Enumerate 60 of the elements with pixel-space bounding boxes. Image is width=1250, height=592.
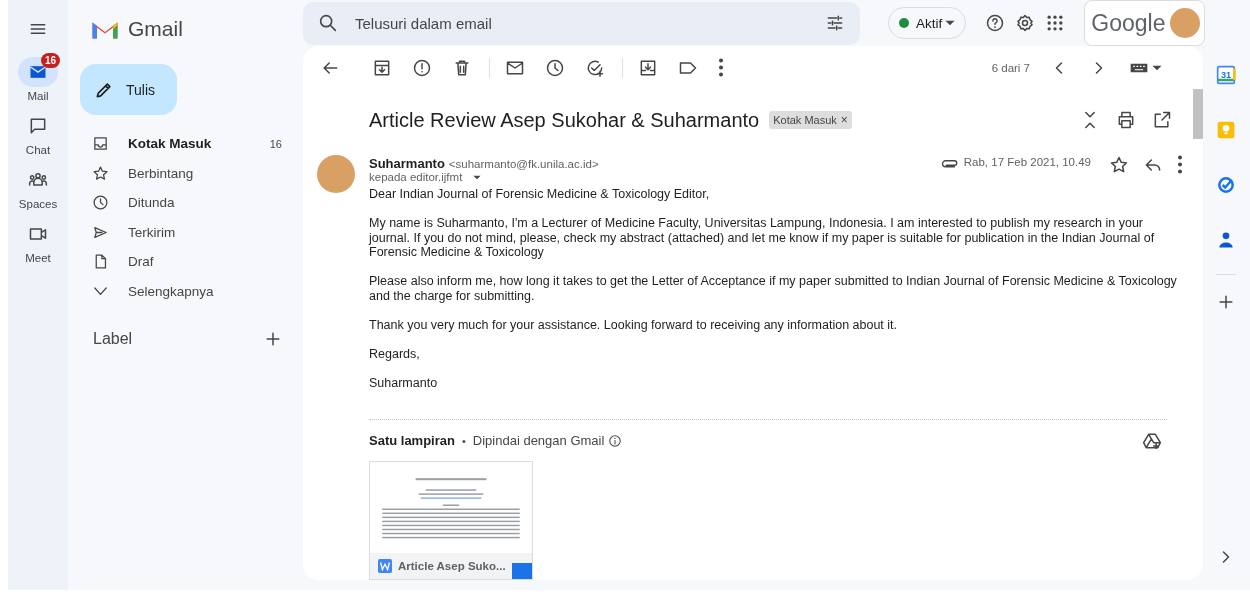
email-paragraph: Thank you very much for your assistance. Looking forward to receiving any information about it. bbox=[369, 317, 899, 332]
sender-name: Suharmanto bbox=[369, 156, 445, 171]
check-circle-icon[interactable] bbox=[1215, 175, 1236, 195]
scan-note: Dipindai dengan Gmail bbox=[472, 433, 605, 448]
compose-button[interactable]: Tulis bbox=[80, 64, 177, 115]
email-paragraph: Dear Indian Journal of Forensic Medicine & Toxicology Editor, bbox=[369, 187, 711, 202]
remove-label-button[interactable]: × bbox=[840, 113, 848, 127]
caret-icon bbox=[473, 174, 482, 180]
folder-item[interactable]: Ditunda bbox=[68, 188, 300, 218]
attachment-card[interactable]: Article Asep Suko... bbox=[369, 460, 533, 580]
email-date: Rab, 17 Feb 2021, 10.49 bbox=[963, 156, 1091, 168]
info-icon bbox=[608, 433, 623, 448]
inbox-tag: Kotak Masuk × bbox=[769, 111, 852, 129]
search-icon bbox=[317, 12, 339, 34]
word-document-icon bbox=[378, 558, 392, 573]
app-name: Gmail bbox=[128, 16, 183, 41]
rail-label: Meet bbox=[25, 252, 51, 264]
message-position: 6 dari 7 bbox=[991, 61, 1030, 74]
rail-label: Chat bbox=[25, 144, 51, 156]
attachment-name: Article Asep Suko... bbox=[398, 559, 506, 572]
folder-item[interactable]: Draf bbox=[68, 247, 300, 277]
sliders-icon bbox=[825, 13, 845, 33]
avatar-placeholder bbox=[317, 155, 355, 193]
print-icon bbox=[1116, 110, 1136, 130]
scrollbar[interactable] bbox=[1193, 89, 1203, 139]
folder-item[interactable]: Selengkapnya bbox=[68, 276, 300, 306]
email-paragraph: Regards, bbox=[369, 346, 421, 361]
inbox-icon bbox=[92, 135, 109, 153]
sender-email: <suharmanto@fk.unila.ac.id> bbox=[448, 158, 599, 170]
labels-heading: Label bbox=[93, 330, 133, 348]
more-vert-icon bbox=[1177, 155, 1183, 174]
calendar-icon[interactable]: 31 bbox=[1215, 65, 1236, 85]
search-input[interactable]: Telusuri dalam email bbox=[353, 13, 820, 33]
rail-label: Spaces bbox=[18, 198, 58, 210]
search-field[interactable]: Telusuri dalam email bbox=[303, 1, 860, 45]
email-paragraph: Please also inform me, how long it takes to get the Letter of Acceptance if my paper submitted to Indian Journal of Forensic Medicine & Toxicology and the charge for submitting. bbox=[369, 274, 1178, 303]
unread-badge: 16 bbox=[40, 53, 60, 68]
folder-item[interactable]: Kotak Masuk 16 bbox=[68, 129, 300, 159]
chat-icon bbox=[28, 116, 48, 136]
email-paragraph: Suharmanto bbox=[369, 375, 439, 390]
folder-item[interactable]: Terkirim bbox=[68, 217, 300, 247]
settings-icon bbox=[1015, 13, 1036, 33]
attachment-count: Satu lampiran bbox=[369, 433, 455, 448]
open-external-icon bbox=[1152, 110, 1172, 130]
exclamation-icon bbox=[412, 57, 432, 78]
more-vert-icon bbox=[718, 58, 724, 77]
star-icon bbox=[92, 164, 109, 182]
help-icon bbox=[985, 13, 1006, 33]
folder-item[interactable]: Berbintang bbox=[68, 158, 300, 188]
rail-label: Mail bbox=[27, 90, 49, 102]
clock-icon bbox=[92, 194, 109, 212]
account-button[interactable]: Google bbox=[1084, 0, 1206, 46]
email-subject: Article Review Asep Sukohar & Suharmanto bbox=[369, 108, 760, 132]
star-icon bbox=[1109, 155, 1129, 175]
recipient-text: kepada editor.ijfmt bbox=[369, 171, 463, 183]
email-paragraph: My name is Suharmanto, I'm a Lecturer of Medicine Faculty, Universitas Lampung, Indonesia. I am interested to publish my research in your journal. If you do not mind, please, check my abstract (attached) and let me know if my paper is suitable for publication in the Indian Journal of Forensic Medicine & Toxicology bbox=[369, 216, 1156, 260]
caret-icon bbox=[945, 20, 956, 26]
clock-icon bbox=[545, 57, 565, 78]
separator-dot: • bbox=[461, 434, 466, 447]
caret-icon bbox=[1152, 64, 1162, 71]
